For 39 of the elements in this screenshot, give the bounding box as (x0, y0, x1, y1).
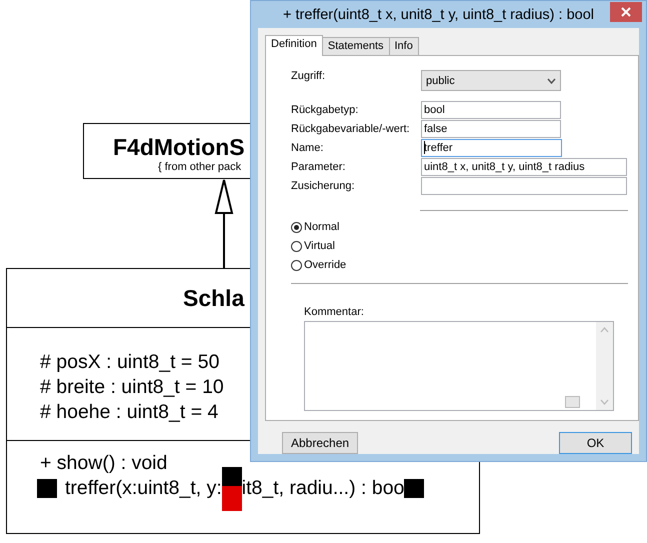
selection-handle[interactable] (37, 479, 57, 498)
tab[interactable]: Statements (322, 37, 390, 55)
close-icon (621, 7, 631, 17)
dialog-button[interactable]: Abbrechen (282, 432, 358, 454)
window-title: + treffer(uint8_t x, unit8_t y, uint8_t radius) : bool (283, 6, 594, 22)
radio-option[interactable]: Override (291, 257, 638, 273)
selection-handle[interactable] (222, 466, 242, 486)
field-label: Zusicherung: (291, 180, 356, 192)
class-name: Schla (183, 284, 244, 312)
input-field[interactable] (421, 176, 627, 194)
input-field[interactable]: treffer (421, 138, 562, 156)
selection-handle[interactable] (222, 486, 242, 510)
close-button[interactable] (610, 2, 642, 22)
tab[interactable]: Info (388, 37, 419, 55)
input-field[interactable]: bool (421, 100, 561, 118)
attribute-text: # breite : uint8_t = 10 (40, 375, 225, 400)
selection-handle[interactable] (404, 479, 424, 498)
package-note: { from other pack (158, 161, 242, 173)
field-label: Name: (291, 142, 324, 154)
attribute-text: # hoehe : uint8_t = 4 (40, 400, 220, 425)
tab[interactable]: Definition (265, 35, 323, 56)
field-label: Rückgabevariable/-wert: (291, 122, 411, 134)
input-field[interactable]: uint8_t x, unit8_t y, uint8_t radius (421, 158, 627, 176)
chevron-down-icon (547, 78, 556, 84)
method-text: treffer(x:uint8_t, y: (65, 476, 222, 501)
method-text: it8_t, radiu...) : boo (242, 476, 404, 501)
method-text: + show() : void (40, 451, 168, 476)
radio-option[interactable]: Normal (291, 219, 638, 235)
field-label: Zugriff: (291, 70, 326, 82)
input-field[interactable]: false (421, 120, 561, 138)
attribute-text: # posX : uint8_t = 50 (40, 350, 220, 375)
access-dropdown[interactable]: public (421, 70, 561, 91)
field-label: Kommentar: (304, 306, 365, 318)
resize-grip[interactable] (565, 396, 580, 408)
radio-option[interactable]: Virtual (291, 238, 638, 254)
field-label: Parameter: (291, 160, 346, 172)
field-label: Rückgabetyp: (291, 104, 360, 116)
class-name: F4dMotionS (113, 134, 245, 161)
dialog-button[interactable]: OK (559, 432, 632, 454)
